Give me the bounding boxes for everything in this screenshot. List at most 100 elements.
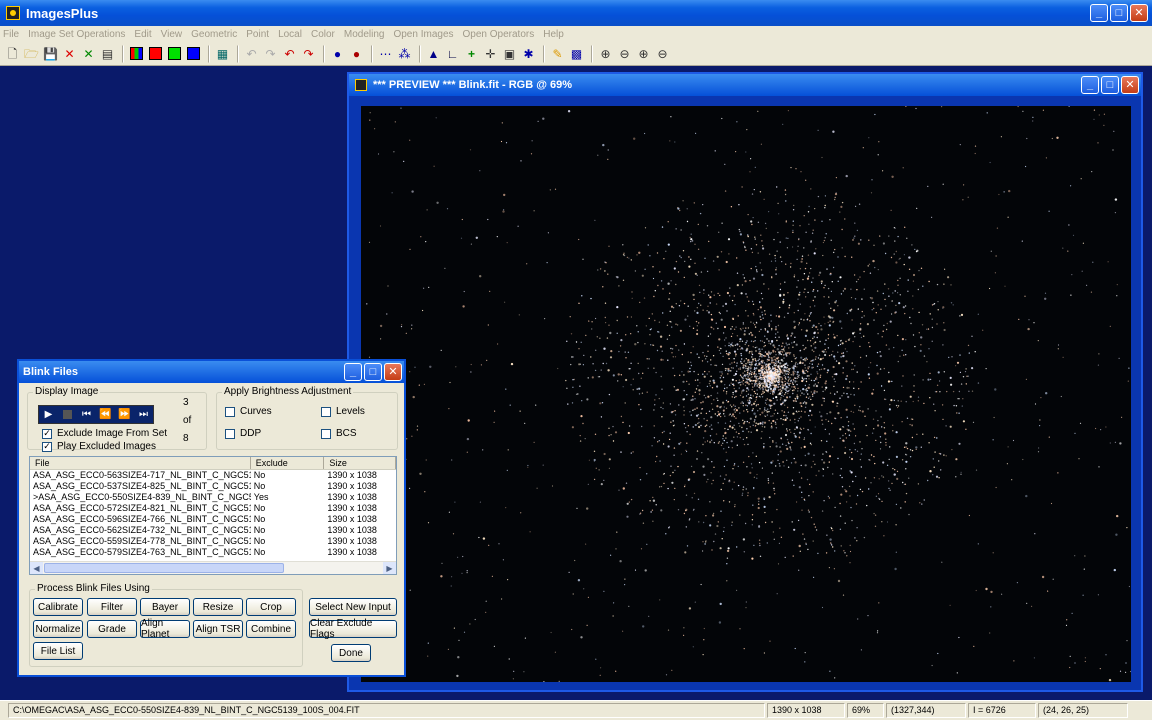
angle-icon[interactable]: ∟ xyxy=(444,45,461,62)
combine-button[interactable]: Combine xyxy=(246,620,296,638)
preview-maximize-button[interactable]: □ xyxy=(1101,76,1119,94)
column-header-exclude[interactable]: Exclude xyxy=(251,457,325,469)
red-channel-icon[interactable] xyxy=(147,45,164,62)
levels-checkbox[interactable] xyxy=(321,406,331,417)
maximize-button[interactable]: □ xyxy=(1110,4,1128,22)
column-header-size[interactable]: Size xyxy=(324,457,396,469)
ddp-checkbox[interactable] xyxy=(225,428,235,439)
preview-image-canvas[interactable] xyxy=(361,106,1131,682)
blink-minimize-button[interactable]: _ xyxy=(344,363,362,381)
grade-button[interactable]: Grade xyxy=(87,620,137,638)
scroll-right-icon[interactable]: ▶ xyxy=(383,562,396,574)
table-row[interactable]: ASA_ASG_ECC0-563SIZE4-717_NL_BINT_C_NGC5… xyxy=(30,470,396,481)
pencil-icon[interactable]: ✎ xyxy=(549,45,566,62)
menu-color[interactable]: Color xyxy=(311,29,335,40)
first-icon[interactable]: ⏮ xyxy=(77,406,96,423)
levels-checkbox-row[interactable]: Levels xyxy=(321,406,365,417)
last-icon[interactable]: ⏭ xyxy=(134,406,153,423)
close-green-icon[interactable]: ✕ xyxy=(80,45,97,62)
bayer-button[interactable]: Bayer xyxy=(140,598,190,616)
rgb-channel-icon[interactable] xyxy=(128,45,145,62)
undo-icon[interactable]: ↶ xyxy=(243,45,260,62)
blink-files-dialog[interactable]: Blink Files _ □ ✕ Display Image ▶ ⏮ ⏪ ⏩ … xyxy=(17,359,406,677)
new-icon[interactable]: 🗋 xyxy=(4,45,21,62)
calibrate-button[interactable]: Calibrate xyxy=(33,598,83,616)
exclude-image-checkbox-row[interactable]: ✓ Exclude Image From Set xyxy=(42,428,167,439)
menu-help[interactable]: Help xyxy=(543,29,564,40)
blue-channel-icon[interactable] xyxy=(185,45,202,62)
preview-titlebar[interactable]: *** PREVIEW *** Blink.fit - RGB @ 69% xyxy=(349,74,1141,96)
blink-maximize-button[interactable]: □ xyxy=(364,363,382,381)
table-row[interactable]: ASA_ASG_ECC0-562SIZE4-732_NL_BINT_C_NGC5… xyxy=(30,525,396,536)
curves-checkbox[interactable] xyxy=(225,406,235,417)
horizontal-scrollbar[interactable]: ◀ ▶ xyxy=(30,561,396,574)
menu-modeling[interactable]: Modeling xyxy=(344,29,385,40)
point-icon[interactable]: ● xyxy=(329,45,346,62)
align-tsr-button[interactable]: Align TSR xyxy=(193,620,243,638)
align-planet-button[interactable]: Align Planet xyxy=(140,618,190,640)
grid-icon[interactable]: ▦ xyxy=(214,45,231,62)
table-row[interactable]: ASA_ASG_ECC0-537SIZE4-825_NL_BINT_C_NGC5… xyxy=(30,481,396,492)
table-row[interactable]: ASA_ASG_ECC0-579SIZE4-763_NL_BINT_C_NGC5… xyxy=(30,547,396,558)
redo-icon[interactable]: ↷ xyxy=(262,45,279,62)
plus-icon[interactable]: + xyxy=(463,45,480,62)
clear-exclude-flags-button[interactable]: Clear Exclude Flags xyxy=(309,618,397,640)
star-icon[interactable]: ⁂ xyxy=(396,45,413,62)
open-icon[interactable]: 🗁 xyxy=(23,45,40,62)
resize-button[interactable]: Resize xyxy=(193,598,243,616)
previous-icon[interactable]: ⏪ xyxy=(96,406,115,423)
menu-point[interactable]: Point xyxy=(246,29,269,40)
menu-local[interactable]: Local xyxy=(278,29,302,40)
menu-geometric[interactable]: Geometric xyxy=(191,29,237,40)
minimize-button[interactable]: _ xyxy=(1090,4,1108,22)
normalize-button[interactable]: Normalize xyxy=(33,620,83,638)
bcs-checkbox-row[interactable]: BCS xyxy=(321,428,357,439)
zoom-fit-icon[interactable]: ⊕ xyxy=(635,45,652,62)
zoom-actual-icon[interactable]: ⊖ xyxy=(654,45,671,62)
print-icon[interactable]: ▤ xyxy=(99,45,116,62)
mountain-icon[interactable]: ▲ xyxy=(425,45,442,62)
paint-icon[interactable]: ✱ xyxy=(520,45,537,62)
point-red-icon[interactable]: ● xyxy=(348,45,365,62)
crop-button[interactable]: Crop xyxy=(246,598,296,616)
crosshair-icon[interactable]: ✛ xyxy=(482,45,499,62)
blink-file-list[interactable]: File Exclude Size ASA_ASG_ECC0-563SIZE4-… xyxy=(29,456,397,575)
curves-checkbox-row[interactable]: Curves xyxy=(225,406,272,417)
table-row[interactable]: ASA_ASG_ECC0-559SIZE4-778_NL_BINT_C_NGC5… xyxy=(30,536,396,547)
table-row[interactable]: ASA_ASG_ECC0-572SIZE4-821_NL_BINT_C_NGC5… xyxy=(30,503,396,514)
menu-edit[interactable]: Edit xyxy=(134,29,151,40)
ddp-checkbox-row[interactable]: DDP xyxy=(225,428,261,439)
file-list-button[interactable]: File List xyxy=(33,642,83,660)
menu-file[interactable]: File xyxy=(3,29,19,40)
preview-window[interactable]: *** PREVIEW *** Blink.fit - RGB @ 69% _ … xyxy=(347,72,1143,692)
select-new-input-button[interactable]: Select New Input xyxy=(309,598,397,616)
table-row[interactable]: ASA_ASG_ECC0-596SIZE4-766_NL_BINT_C_NGC5… xyxy=(30,514,396,525)
zoom-in-icon[interactable]: ⊕ xyxy=(597,45,614,62)
done-button[interactable]: Done xyxy=(331,644,371,662)
scroll-left-icon[interactable]: ◀ xyxy=(30,562,43,574)
close-button[interactable]: ✕ xyxy=(1130,4,1148,22)
bcs-checkbox[interactable] xyxy=(321,428,331,439)
stop-icon[interactable] xyxy=(58,406,77,423)
save-icon[interactable]: 💾 xyxy=(42,45,59,62)
table-icon[interactable]: ▣ xyxy=(501,45,518,62)
scrollbar-thumb[interactable] xyxy=(44,563,284,573)
menu-open-images[interactable]: Open Images xyxy=(393,29,453,40)
preview-minimize-button[interactable]: _ xyxy=(1081,76,1099,94)
grid-table-icon[interactable]: ▩ xyxy=(568,45,585,62)
menu-open-operators[interactable]: Open Operators xyxy=(463,29,535,40)
zoom-out-icon[interactable]: ⊖ xyxy=(616,45,633,62)
menu-image-set-operations[interactable]: Image Set Operations xyxy=(28,29,125,40)
dots-icon[interactable]: ⋯ xyxy=(377,45,394,62)
column-header-file[interactable]: File xyxy=(30,457,251,469)
menu-view[interactable]: View xyxy=(161,29,183,40)
preview-close-button[interactable]: ✕ xyxy=(1121,76,1139,94)
close-red-icon[interactable]: ✕ xyxy=(61,45,78,62)
play-excluded-checkbox[interactable]: ✓ xyxy=(42,441,52,452)
undo-all-icon[interactable]: ↶ xyxy=(281,45,298,62)
play-icon[interactable]: ▶ xyxy=(39,406,58,423)
filter-button[interactable]: Filter xyxy=(87,598,137,616)
blink-close-button[interactable]: ✕ xyxy=(384,363,402,381)
redo-all-icon[interactable]: ↷ xyxy=(300,45,317,62)
play-excluded-checkbox-row[interactable]: ✓ Play Excluded Images xyxy=(42,441,156,452)
